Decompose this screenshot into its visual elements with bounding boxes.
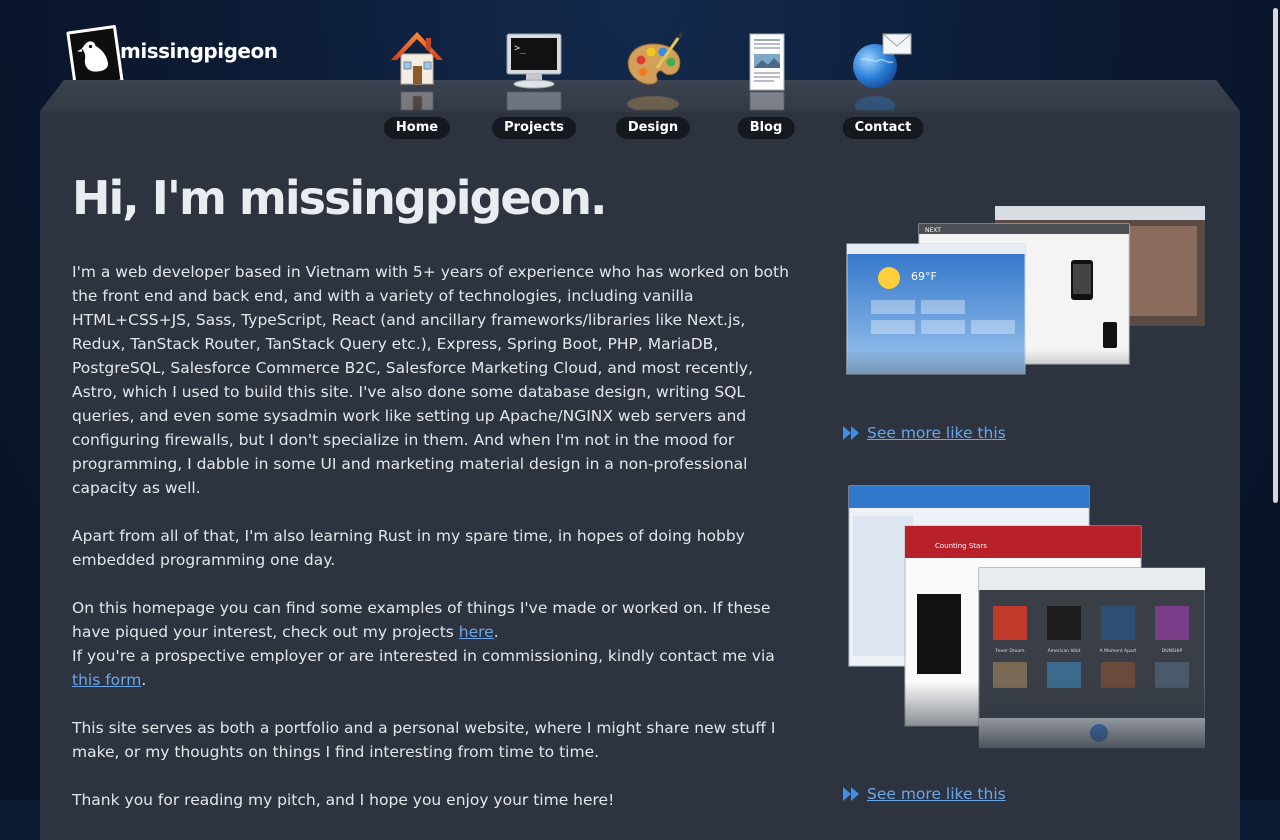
album-title-2: American Idiot	[1048, 648, 1081, 654]
next-logo-text: NEXT	[925, 227, 941, 234]
page-title: Hi, I'm missingpigeon.	[72, 171, 607, 225]
globe-reflection	[855, 96, 895, 110]
double-arrow-icon	[843, 426, 859, 440]
now-playing-track: Counting Stars	[935, 542, 987, 550]
contact-sentence: If you're a prospective employer or are …	[72, 647, 775, 665]
projects-link[interactable]: here	[459, 623, 494, 641]
nav-projects-label: Projects	[492, 117, 576, 139]
nav-blog[interactable]: Blog	[721, 28, 811, 140]
terminal-icon: >_	[506, 33, 562, 89]
album-title-3: A Moment Apart	[1100, 648, 1137, 654]
svg-text:>_: >_	[514, 43, 527, 54]
nav-home[interactable]: Home	[372, 28, 462, 140]
intro-paragraph-5: Thank you for reading my pitch, and I ho…	[72, 791, 615, 809]
see-more-text-1: See more like this	[867, 424, 1006, 442]
nav-design-label: Design	[615, 117, 691, 139]
see-more-text-2: See more like this	[867, 785, 1006, 803]
nav-design[interactable]: Design	[608, 28, 698, 140]
site-logo[interactable]: missingpigeon	[66, 24, 328, 90]
nav-contact-label: Contact	[842, 117, 924, 139]
page-scrollbar[interactable]	[1272, 0, 1280, 800]
nav-contact[interactable]: Contact	[838, 28, 928, 140]
design-showcase-image-2[interactable]: Counting Stars Fever Dream American Idio…	[843, 482, 1205, 762]
palette-icon	[627, 31, 683, 85]
palette-reflection	[627, 96, 679, 110]
projects-sentence: On this homepage you can find some examp…	[72, 599, 771, 641]
album-title-4: DUNSHIP	[1162, 648, 1183, 654]
contact-sentence-end: .	[141, 671, 147, 689]
house-icon	[391, 32, 443, 85]
intro-paragraph-4: This site serves as both a portfolio and…	[72, 719, 776, 761]
contact-form-link[interactable]: this form	[72, 671, 141, 689]
intro-text: I'm a web developer based in Vietnam wit…	[72, 260, 792, 836]
projects-sentence-end: .	[493, 623, 499, 641]
mail-globe-icon	[853, 33, 912, 88]
see-more-link-2[interactable]: See more like this	[843, 785, 1006, 803]
scrollbar-thumb[interactable]	[1273, 8, 1278, 503]
terminal-reflection	[507, 92, 561, 110]
design-showcase-image-1[interactable]: NEXT 69°F	[843, 200, 1205, 420]
intro-paragraph-3: On this homepage you can find some examp…	[72, 596, 792, 692]
nav-home-label: Home	[383, 117, 451, 139]
nav-projects[interactable]: >_ Projects	[489, 28, 579, 140]
see-more-link-1[interactable]: See more like this	[843, 424, 1006, 442]
main-nav: Home >_ Projects Design Blog Contact	[380, 28, 940, 143]
pigeon-logo-icon	[66, 24, 124, 90]
intro-paragraph-1: I'm a web developer based in Vietnam wit…	[72, 263, 789, 497]
weather-temperature: 69°F	[911, 270, 937, 283]
house-reflection	[401, 92, 433, 110]
document-reflection	[750, 92, 784, 110]
nav-blog-label: Blog	[737, 117, 795, 139]
album-title-1: Fever Dream	[996, 648, 1025, 654]
document-icon	[749, 33, 785, 91]
intro-paragraph-2: Apart from all of that, I'm also learnin…	[72, 527, 745, 569]
site-name: missingpigeon	[120, 39, 278, 63]
